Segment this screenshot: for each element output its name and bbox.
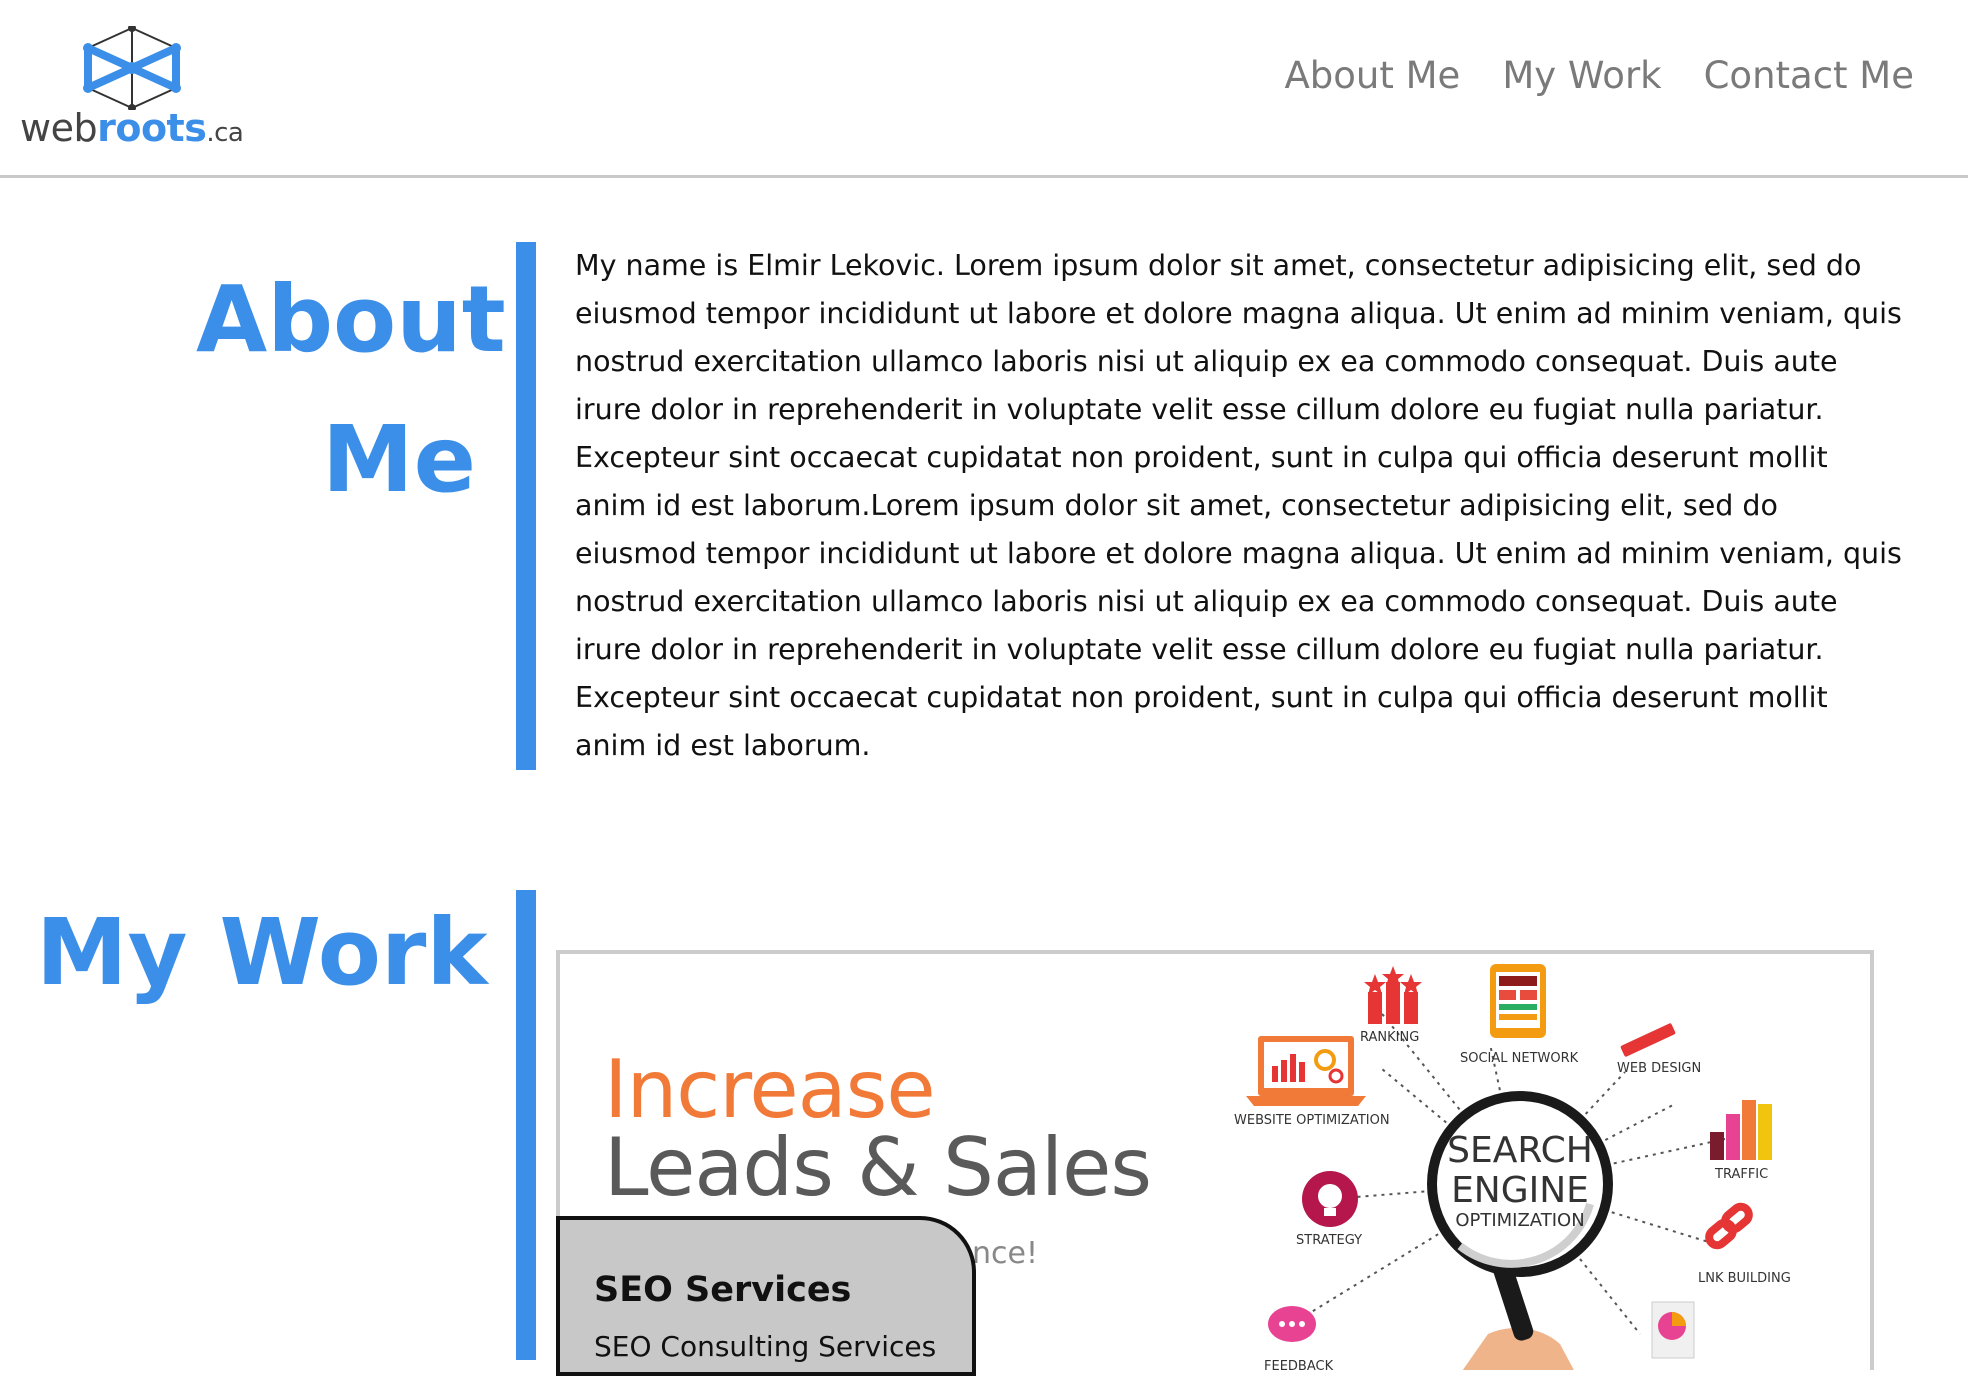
work-accent-bar bbox=[516, 890, 536, 1360]
project-subtitle: SEO Consulting Services bbox=[594, 1330, 937, 1363]
social-network-icon bbox=[1490, 964, 1546, 1038]
label-strategy: STRATEGY bbox=[1296, 1233, 1362, 1248]
traffic-icon bbox=[1710, 1100, 1772, 1160]
website-optimization-icon bbox=[1246, 1036, 1366, 1106]
about-accent-bar bbox=[516, 242, 536, 770]
nav-link-my-work[interactable]: My Work bbox=[1502, 54, 1661, 97]
logo-cube-icon bbox=[83, 26, 181, 110]
link-building-icon bbox=[1705, 1202, 1753, 1250]
project-caption-overlay[interactable]: SEO Services SEO Consulting Services bbox=[556, 1216, 976, 1376]
headline-leads-sales: Leads & Sales bbox=[604, 1121, 1152, 1214]
seo-center-line2: ENGINE bbox=[1451, 1170, 1589, 1211]
site-logo[interactable]: webroots.ca bbox=[20, 26, 244, 150]
label-link-building: LNK BUILDING bbox=[1698, 1271, 1791, 1286]
ranking-icon bbox=[1364, 966, 1422, 1024]
about-title-line2: Me bbox=[322, 405, 476, 513]
nav-link-about-me[interactable]: About Me bbox=[1284, 54, 1460, 97]
project-title: SEO Services bbox=[594, 1270, 852, 1310]
about-title-line1: About bbox=[196, 266, 506, 373]
logo-prefix: web bbox=[20, 106, 98, 150]
feedback-icon bbox=[1268, 1306, 1316, 1342]
logo-wordmark: webroots.ca bbox=[20, 106, 244, 150]
nav-link-contact-me[interactable]: Contact Me bbox=[1704, 54, 1914, 97]
label-social-network: SOCIAL NETWORK bbox=[1460, 1051, 1579, 1066]
logo-highlight: roots bbox=[97, 106, 207, 150]
headline-increase: Increase bbox=[604, 1043, 936, 1136]
report-icon bbox=[1651, 1301, 1695, 1359]
logo-suffix: .ca bbox=[206, 118, 244, 148]
about-section-title: About Me bbox=[196, 250, 506, 530]
seo-center-line1: SEARCH bbox=[1447, 1130, 1593, 1171]
seo-diagram-image: RANKING SOCIAL NETWORK WEB DESIGN WEBSIT… bbox=[1234, 964, 1791, 1370]
project-image-subline: nce! bbox=[972, 1236, 1038, 1271]
label-web-design: WEB DESIGN bbox=[1617, 1061, 1701, 1076]
label-feedback: FEEDBACK bbox=[1264, 1359, 1334, 1370]
work-section-title: My Work bbox=[36, 899, 488, 1006]
strategy-icon bbox=[1302, 1171, 1358, 1227]
project-image-headline: Increase Leads & Sales bbox=[604, 1043, 1152, 1214]
label-ranking: RANKING bbox=[1360, 1030, 1419, 1045]
label-traffic: TRAFFIC bbox=[1714, 1167, 1768, 1182]
web-design-icon bbox=[1620, 1023, 1676, 1057]
about-body-text: My name is Elmir Lekovic. Lorem ipsum do… bbox=[575, 249, 1902, 762]
label-website-optimization: WEBSITE OPTIMIZATION bbox=[1234, 1113, 1390, 1128]
seo-center-line3: OPTIMIZATION bbox=[1455, 1210, 1584, 1231]
main-nav: About Me My Work Contact Me bbox=[1284, 54, 1914, 97]
site-header: webroots.ca About Me My Work Contact Me bbox=[0, 0, 1968, 178]
